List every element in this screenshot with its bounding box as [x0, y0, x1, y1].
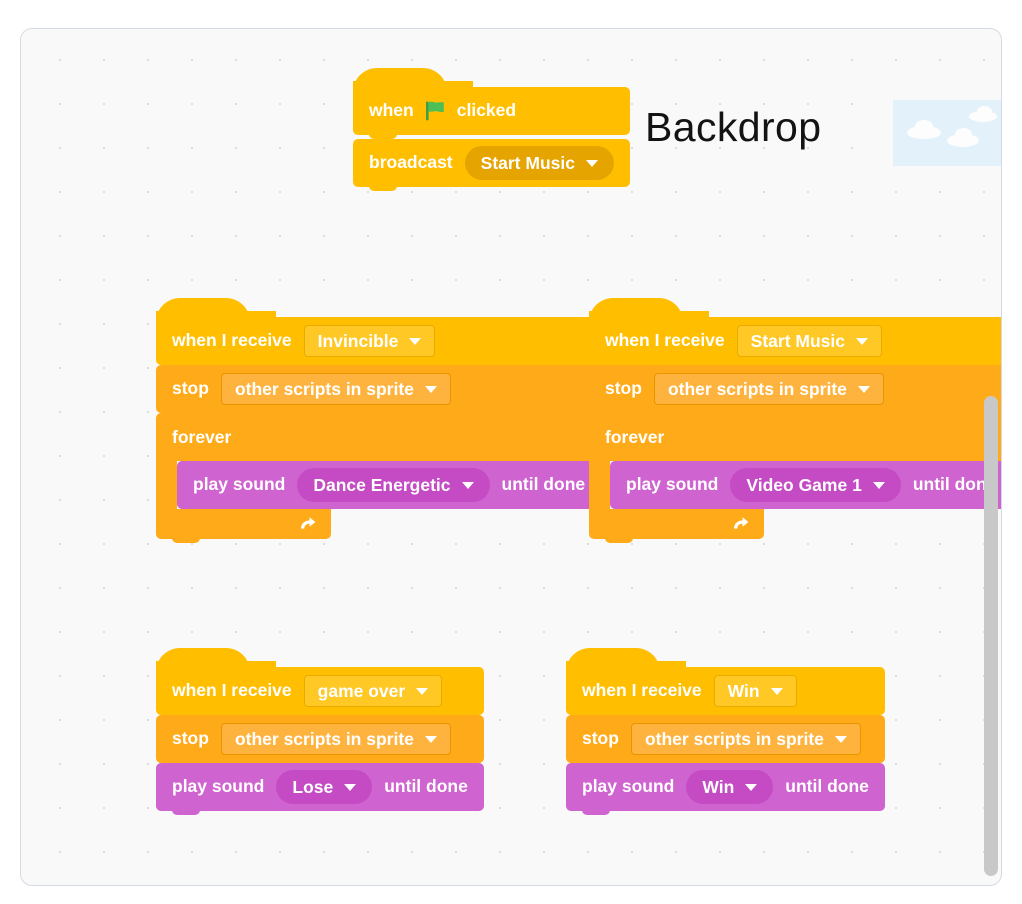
block-play-sound-until-done[interactable]: play sound Win until done [566, 763, 885, 815]
sound-dropdown[interactable]: Win [686, 770, 774, 804]
chevron-down-icon [770, 687, 783, 695]
chevron-down-icon [872, 481, 885, 489]
block-stop[interactable]: stop other scripts in sprite [156, 715, 484, 763]
dropdown-value: other scripts in sprite [667, 378, 847, 399]
hat-dome-fill [156, 311, 276, 321]
chevron-down-icon [344, 783, 357, 791]
chevron-down-icon [834, 735, 847, 743]
dropdown-value: Dance Energetic [313, 474, 451, 495]
block-label-prefix: broadcast [369, 152, 453, 173]
block-stop[interactable]: stop other scripts in sprite [589, 365, 1001, 413]
block-label-suffix: clicked [456, 100, 517, 121]
block-when-i-receive[interactable]: when I receive Start Music [589, 298, 1001, 365]
stop-option-dropdown[interactable]: other scripts in sprite [653, 373, 884, 405]
dropdown-value: Lose [292, 776, 334, 797]
forever-header[interactable]: forever [589, 413, 1001, 461]
loop-arrow-icon [734, 517, 749, 529]
script-start[interactable]: when clicked broadcast Start Music [353, 68, 630, 191]
hat-dome-fill [353, 81, 473, 91]
hat-dome-fill [566, 661, 686, 671]
block-label-prefix: when I receive [172, 680, 292, 701]
chevron-down-icon [461, 481, 474, 489]
block-label-prefix: play sound [172, 776, 265, 797]
message-dropdown[interactable]: Win [713, 675, 797, 707]
dropdown-value: Invincible [317, 330, 399, 351]
dropdown-value: Win [702, 776, 735, 797]
block-stop[interactable]: stop other scripts in sprite [566, 715, 885, 763]
block-label-prefix: stop [605, 378, 642, 399]
block-label-prefix: when [369, 100, 414, 121]
script-game-over[interactable]: when I receive game over stop other scri… [156, 648, 484, 815]
dropdown-value: other scripts in sprite [644, 728, 824, 749]
script-start-music[interactable]: when I receive Start Music stop other sc… [589, 298, 1001, 543]
block-label-prefix: stop [172, 378, 209, 399]
broadcast-message-dropdown[interactable]: Start Music [464, 146, 614, 180]
hat-dome-fill [156, 661, 276, 671]
chevron-down-icon [857, 385, 870, 393]
dropdown-value: Win [727, 680, 760, 701]
block-label-prefix: stop [172, 728, 209, 749]
message-dropdown[interactable]: game over [303, 675, 443, 707]
block-label-suffix: until done [785, 776, 869, 797]
hat-dome-fill [589, 311, 709, 321]
block-label-suffix: until done [384, 776, 468, 797]
block-stop[interactable]: stop other scripts in sprite [156, 365, 602, 413]
stop-option-dropdown[interactable]: other scripts in sprite [220, 373, 451, 405]
block-forever[interactable]: forever play sound Dance Energetic until… [156, 413, 602, 543]
block-play-sound-until-done[interactable]: play sound Lose until done [156, 763, 484, 815]
sound-dropdown[interactable]: Lose [276, 770, 373, 804]
message-dropdown[interactable]: Start Music [736, 325, 882, 357]
dropdown-value: Start Music [480, 152, 575, 173]
block-label-prefix: stop [582, 728, 619, 749]
forever-footer[interactable] [156, 509, 331, 543]
vertical-scrollbar[interactable] [984, 396, 998, 876]
block-play-sound-until-done[interactable]: play sound Video Game 1 until done [610, 461, 1001, 509]
block-notch [369, 183, 397, 191]
chevron-down-icon [855, 337, 868, 345]
block-label-prefix: when I receive [172, 330, 292, 351]
loop-arrow-icon [301, 517, 316, 529]
scratch-workspace[interactable]: Backdrop when clicked broadcast Start Mu… [20, 28, 1002, 886]
block-label-prefix: play sound [582, 776, 675, 797]
dropdown-value: Start Music [750, 330, 845, 351]
forever-left-arm [156, 461, 177, 509]
chevron-down-icon [409, 337, 422, 345]
stop-option-dropdown[interactable]: other scripts in sprite [630, 723, 861, 755]
chevron-down-icon [424, 735, 437, 743]
script-invincible[interactable]: when I receive Invincible stop other scr… [156, 298, 602, 543]
block-forever[interactable]: forever play sound Video Game 1 until do… [589, 413, 1001, 543]
forever-footer[interactable] [589, 509, 764, 543]
block-label-prefix: when I receive [605, 330, 725, 351]
block-play-sound-until-done[interactable]: play sound Dance Energetic until done [177, 461, 602, 509]
block-when-flag-clicked[interactable]: when clicked [353, 68, 630, 139]
block-label-prefix: forever [172, 426, 232, 447]
block-when-i-receive[interactable]: when I receive Win [566, 648, 885, 715]
sound-dropdown[interactable]: Dance Energetic [297, 468, 490, 502]
script-win[interactable]: when I receive Win stop other scripts in… [566, 648, 885, 815]
message-dropdown[interactable]: Invincible [303, 325, 436, 357]
block-when-i-receive[interactable]: when I receive Invincible [156, 298, 602, 365]
block-label-prefix: forever [605, 426, 665, 447]
block-broadcast[interactable]: broadcast Start Music [353, 139, 630, 191]
block-label-suffix: until done [501, 474, 586, 495]
block-label-prefix: when I receive [582, 680, 702, 701]
sound-dropdown[interactable]: Video Game 1 [730, 468, 901, 502]
chevron-down-icon [416, 687, 429, 695]
dropdown-value: other scripts in sprite [234, 378, 414, 399]
workspace-watermark-label: Backdrop [645, 104, 822, 150]
dropdown-value: Video Game 1 [746, 474, 862, 495]
dropdown-value: other scripts in sprite [234, 728, 414, 749]
forever-left-arm [589, 461, 610, 509]
forever-header[interactable]: forever [156, 413, 602, 461]
block-label-prefix: play sound [193, 474, 286, 495]
chevron-down-icon [585, 159, 598, 167]
chevron-down-icon [745, 783, 758, 791]
green-flag-icon [425, 101, 444, 121]
block-when-i-receive[interactable]: when I receive game over [156, 648, 484, 715]
chevron-down-icon [424, 385, 437, 393]
dropdown-value: game over [317, 680, 406, 701]
backdrop-thumbnail [893, 100, 1001, 166]
block-label-prefix: play sound [626, 474, 719, 495]
stop-option-dropdown[interactable]: other scripts in sprite [220, 723, 451, 755]
